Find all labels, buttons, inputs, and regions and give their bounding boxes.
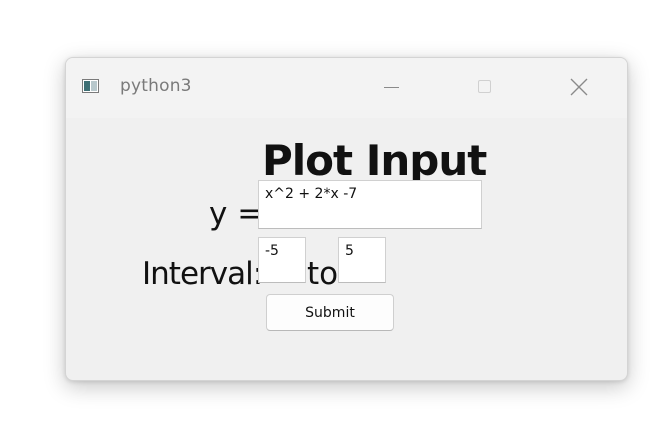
function-input[interactable] (258, 180, 482, 229)
minimize-button[interactable] (368, 70, 414, 104)
app-window: python3 Plot Input y = Interval: to Subm… (65, 57, 628, 381)
window-title: python3 (120, 76, 192, 96)
close-button[interactable] (556, 70, 602, 104)
close-icon (570, 78, 588, 96)
python-app-icon (82, 79, 99, 93)
interval-start-input[interactable] (258, 237, 306, 283)
submit-button[interactable]: Submit (266, 294, 394, 331)
function-label: y = (209, 196, 264, 232)
maximize-button[interactable] (462, 70, 508, 104)
interval-end-input[interactable] (338, 237, 386, 283)
page-title: Plot Input (262, 136, 487, 185)
interval-label: Interval: (142, 256, 263, 292)
to-label: to (307, 256, 339, 292)
title-bar[interactable]: python3 (66, 58, 627, 118)
